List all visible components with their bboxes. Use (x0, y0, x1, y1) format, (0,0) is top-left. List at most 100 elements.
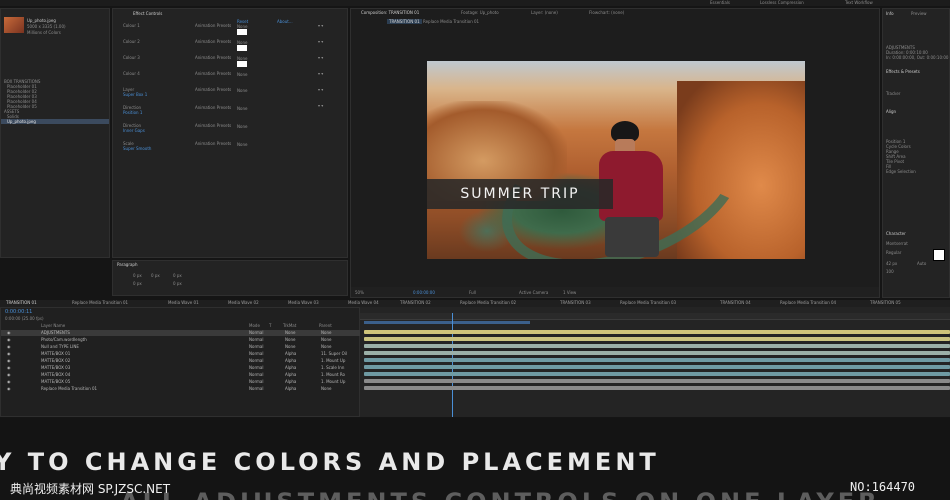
option-item[interactable]: Edge Selection (886, 169, 950, 174)
timeline-tab[interactable]: TRANSITION 05 (870, 300, 901, 306)
flowchart-tab[interactable]: Flowchart: (none) (589, 10, 624, 15)
timeline-tab[interactable]: Replace Media Transition 03 (620, 300, 676, 306)
track-bar[interactable] (364, 379, 950, 383)
eye-icon[interactable]: ◉ (7, 337, 11, 343)
work-area-bar[interactable] (364, 321, 530, 324)
prop-value[interactable]: Inner Gaps (123, 128, 145, 133)
eye-icon[interactable]: ◉ (7, 330, 11, 336)
fill-color-swatch[interactable] (933, 249, 945, 261)
chevron-down-icon[interactable]: ▾ ▾ (318, 103, 338, 108)
eye-icon[interactable]: ◉ (7, 351, 11, 357)
track-bar[interactable] (364, 351, 950, 355)
eye-icon[interactable]: ◉ (7, 358, 11, 364)
project-item-selected[interactable]: Up_photo.jpeg (1, 119, 109, 124)
tracker-title[interactable]: Tracker (886, 91, 900, 96)
color-swatch[interactable] (237, 45, 247, 51)
font-style-select[interactable]: Regular (886, 250, 901, 255)
track-bar[interactable] (364, 386, 950, 390)
layer-mode[interactable]: Normal (249, 379, 263, 385)
time-ruler[interactable] (360, 313, 950, 320)
track-bar[interactable] (364, 358, 950, 362)
eye-icon[interactable]: ◉ (7, 365, 11, 371)
tracking-field[interactable]: 100 (886, 269, 894, 274)
resolution-select[interactable]: Full (469, 290, 476, 295)
track-bar[interactable] (364, 372, 950, 376)
leading-field[interactable]: Auto (917, 261, 926, 266)
eye-icon[interactable]: ◉ (7, 372, 11, 378)
indent-value[interactable]: 0 px (133, 273, 142, 278)
prop-value[interactable]: Position 1 (123, 110, 142, 115)
comp-viewer[interactable]: SUMMER TRIP (427, 61, 805, 259)
prop-value[interactable]: Super Smooth (123, 146, 151, 151)
timeline-tab[interactable]: Replace Media Transition 04 (780, 300, 836, 306)
layer-row[interactable]: ◉ MATTE/BOX 03 Normal Alpha 1. Scale Inn (1, 365, 361, 371)
info-title[interactable]: Info (886, 11, 894, 16)
layer-trkmat[interactable]: Alpha (285, 365, 296, 371)
indent-value[interactable]: 0 px (173, 281, 182, 286)
layer-parent[interactable]: 1. Mount Up (321, 358, 345, 364)
color-swatch[interactable] (237, 29, 247, 35)
composition-tab[interactable]: Composition: TRANSITION 01 (361, 10, 419, 15)
workspace-essentials[interactable]: Essentials (710, 0, 730, 5)
timeline-tab[interactable]: Replace Media Transition 02 (460, 300, 516, 306)
timeline-tab[interactable]: Replace Media Transition 01 (72, 300, 128, 306)
indent-value[interactable]: 0 px (133, 281, 142, 286)
chevron-down-icon[interactable]: ▾ ▾ (318, 23, 338, 28)
timeline-tab[interactable]: Media Wave 01 (168, 300, 199, 306)
layer-parent[interactable]: None (321, 344, 331, 350)
views-select[interactable]: 1 View (563, 290, 576, 295)
layer-row-selected[interactable]: ◉ ADJUSTMENTS Normal None None (1, 330, 361, 336)
effects-presets-title[interactable]: Effects & Presets (886, 69, 920, 74)
font-family-select[interactable]: Montserrat (886, 241, 908, 246)
character-title[interactable]: Character (886, 231, 906, 236)
track-bar-adjustments[interactable] (364, 330, 950, 334)
layer-trkmat[interactable]: Alpha (285, 351, 296, 357)
timeline-tab[interactable]: TRANSITION 02 (400, 300, 431, 306)
layer-mode[interactable]: Normal (249, 330, 263, 336)
layer-mode[interactable]: Normal (249, 386, 263, 392)
layer-mode[interactable]: Normal (249, 351, 263, 357)
layer-row[interactable]: ◉ Photo/Cam.wordlength Normal None None (1, 337, 361, 343)
layer-trkmat[interactable]: None (285, 344, 295, 350)
prop-blend[interactable]: None (237, 72, 247, 77)
layer-row[interactable]: ◉ MATTE/BOX 05 Normal Alpha 1. Mount Up (1, 379, 361, 385)
layer-mode[interactable]: Normal (249, 337, 263, 343)
layer-mode[interactable]: Normal (249, 372, 263, 378)
layer-mode[interactable]: Normal (249, 365, 263, 371)
layer-row[interactable]: ◉ MATTE/BOX 04 Normal Alpha 1. Mount Ro (1, 372, 361, 378)
timeline-timecode[interactable]: 0:00:00:11 (5, 310, 32, 315)
layer-trkmat[interactable]: None (285, 330, 295, 336)
indent-value[interactable]: 0 px (151, 273, 160, 278)
timecode-readout[interactable]: 0:00:00:00 (413, 290, 435, 295)
layer-trkmat[interactable]: None (285, 337, 295, 343)
layer-row[interactable]: ◉ Replace Media Transition 01 Normal Alp… (1, 386, 361, 392)
layer-parent[interactable]: None (321, 330, 331, 336)
layer-trkmat[interactable]: Alpha (285, 379, 296, 385)
chevron-down-icon[interactable]: ▾ ▾ (318, 87, 338, 92)
layer-trkmat[interactable]: Alpha (285, 386, 296, 392)
layer-parent[interactable]: None (321, 386, 331, 392)
layer-parent[interactable]: 11. Super Oil (321, 351, 347, 357)
layer-parent[interactable]: None (321, 337, 331, 343)
layer-mode[interactable]: Normal (249, 344, 263, 350)
chevron-down-icon[interactable]: ▾ ▾ (318, 71, 338, 76)
layer-parent[interactable]: 1. Mount Up (321, 379, 345, 385)
eye-icon[interactable]: ◉ (7, 379, 11, 385)
timeline-tab[interactable]: TRANSITION 04 (720, 300, 751, 306)
color-swatch[interactable] (237, 61, 247, 67)
timeline-tracks[interactable] (360, 307, 950, 417)
chevron-down-icon[interactable]: ▾ ▾ (318, 39, 338, 44)
track-bar[interactable] (364, 365, 950, 369)
layer-row[interactable]: ◉ MATTE/BOX 01 Normal Alpha 11. Super Oi… (1, 351, 361, 357)
timeline-tab-active[interactable]: TRANSITION 01 (6, 300, 37, 306)
layer-trkmat[interactable]: Alpha (285, 358, 296, 364)
layer-trkmat[interactable]: Alpha (285, 372, 296, 378)
layer-parent[interactable]: 1. Scale Inn (321, 365, 344, 371)
prop-value[interactable]: Super Box 1 (123, 92, 147, 97)
track-bar[interactable] (364, 337, 950, 341)
prop-about[interactable]: About... (277, 19, 293, 24)
timeline-tab[interactable]: Media Wave 04 (348, 300, 379, 306)
workspace-lossless[interactable]: Lossless Compression (760, 0, 804, 5)
timeline-tab[interactable]: Media Wave 02 (228, 300, 259, 306)
eye-icon[interactable]: ◉ (7, 386, 11, 392)
